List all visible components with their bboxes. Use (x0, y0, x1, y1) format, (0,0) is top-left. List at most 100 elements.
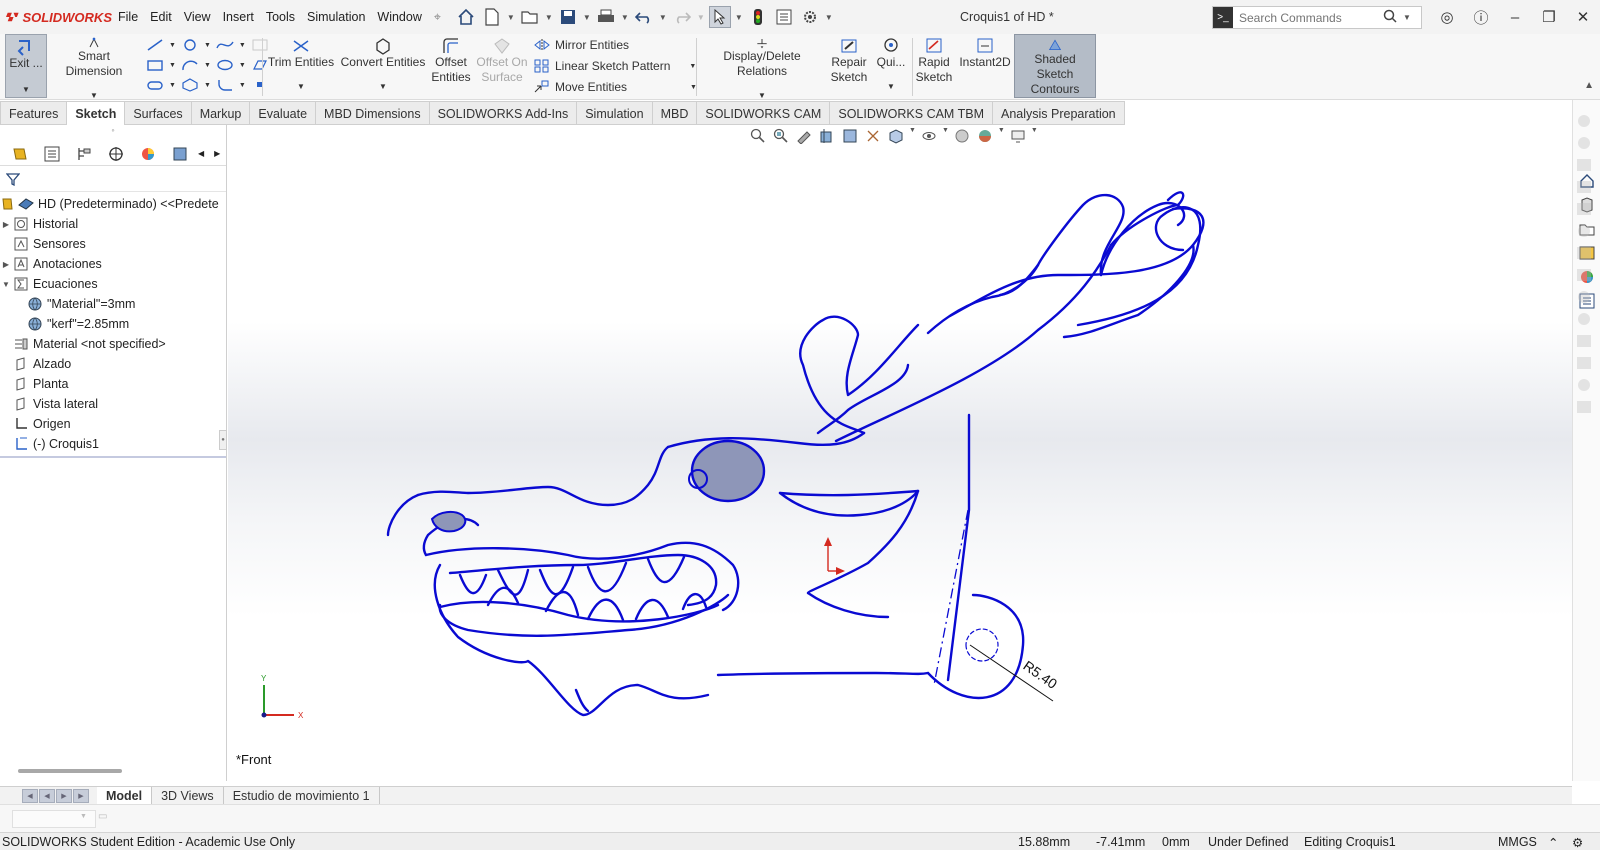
status-units[interactable]: MMGS (1498, 835, 1537, 849)
home-icon[interactable] (455, 6, 477, 28)
arc-icon[interactable] (181, 58, 199, 72)
tree-item-sensores[interactable]: Sensores (0, 234, 226, 254)
display-delete-relations-button[interactable]: Display/Delete Relations ▼ (700, 34, 824, 100)
smart-dimension-button[interactable]: Smart Dimension ▼ (50, 34, 138, 100)
select-cursor-icon[interactable] (708, 6, 731, 28)
filter-icon[interactable] (6, 172, 20, 186)
tab-evaluate[interactable]: Evaluate (250, 101, 317, 125)
prev-tab-icon[interactable]: ◀ (39, 788, 55, 803)
property-manager-tab-icon[interactable] (38, 143, 66, 165)
configuration-manager-tab-icon[interactable] (70, 143, 98, 165)
options-gear-icon[interactable] (799, 6, 821, 28)
tree-item-origen[interactable]: Origen (0, 414, 226, 434)
menu-simulation[interactable]: Simulation (301, 10, 371, 24)
chevron-down-icon[interactable]: ▼ (1403, 13, 1411, 22)
restore-icon[interactable]: ❐ (1532, 8, 1566, 26)
mirror-entities-button[interactable]: Mirror Entities (534, 38, 629, 52)
filter-bar[interactable] (0, 166, 226, 192)
next-tab-icon[interactable]: ▶ (56, 788, 72, 803)
menu-tools[interactable]: Tools (260, 10, 301, 24)
close-icon[interactable]: ✕ (1566, 8, 1600, 26)
chevron-down-icon[interactable]: ▼ (621, 13, 629, 22)
circle-icon[interactable] (181, 38, 199, 52)
tree-item-ecuaciones[interactable]: ▼ Ecuaciones (0, 274, 226, 294)
tree-item-planta[interactable]: Planta (0, 374, 226, 394)
tree-item-equation-kerf[interactable]: "kerf"=2.85mm (0, 314, 226, 334)
panel-grip[interactable]: ◦ (0, 125, 226, 142)
instant2d-button[interactable]: Instant2D (958, 34, 1012, 100)
help-icon[interactable]: ⓘ (1464, 7, 1498, 28)
tab-solidworks-cam[interactable]: SOLIDWORKS CAM (697, 101, 831, 125)
chevron-down-icon[interactable]: ▼ (22, 85, 30, 94)
tab-motion-study[interactable]: Estudio de movimiento 1 (224, 786, 380, 805)
dimxpert-tab-icon[interactable] (102, 143, 130, 165)
collapse-ribbon-icon[interactable]: ▲ (1584, 80, 1594, 91)
menu-insert[interactable]: Insert (217, 10, 260, 24)
rapid-sketch-button[interactable]: Rapid Sketch (914, 34, 954, 100)
fillet-icon[interactable] (216, 78, 234, 92)
polygon-icon[interactable] (181, 78, 199, 92)
status-options-icon[interactable]: ⚙ (1572, 835, 1583, 850)
chevron-down-icon[interactable]: ▼ (204, 82, 211, 89)
first-tab-icon[interactable]: ◀ (22, 788, 38, 803)
tree-item-root[interactable]: HD (Predeterminado) <<Predete (0, 194, 226, 214)
shaded-sketch-contours-button[interactable]: Shaded Sketch Contours (1014, 34, 1096, 98)
move-entities-button[interactable]: Move Entities ▼ (534, 80, 697, 94)
convert-entities-button[interactable]: Convert Entities ▼ (340, 34, 426, 100)
tab-model[interactable]: Model (97, 786, 153, 805)
display-manager-tab-icon[interactable] (134, 143, 162, 165)
chevron-down-icon[interactable]: ▼ (90, 91, 98, 100)
chevron-down-icon[interactable]: ▼ (507, 13, 515, 22)
exit-sketch-button[interactable]: Exit ... ▼ (5, 34, 47, 98)
tree-item-alzado[interactable]: Alzado (0, 354, 226, 374)
tab-3d-views[interactable]: 3D Views (152, 786, 224, 805)
chevron-down-icon[interactable]: ▼ (659, 13, 667, 22)
tab-mbd-dimensions[interactable]: MBD Dimensions (316, 101, 430, 125)
tab-sketch[interactable]: Sketch (67, 101, 126, 125)
expand-arrow-icon[interactable]: ▶ (0, 260, 12, 269)
trim-entities-button[interactable]: Trim Entities ▼ (266, 34, 336, 100)
pin-icon[interactable]: ⌖ (428, 10, 447, 25)
tab-simulation[interactable]: Simulation (577, 101, 653, 125)
chevron-down-icon[interactable]: ▼ (379, 82, 387, 91)
chevron-down-icon[interactable]: ▼ (583, 13, 591, 22)
open-folder-icon[interactable] (519, 6, 541, 28)
tab-mbd[interactable]: MBD (652, 101, 698, 125)
tab-scroll-right-icon[interactable]: ▶ (214, 149, 220, 158)
tab-analysis-preparation[interactable]: Analysis Preparation (992, 101, 1125, 125)
tab-scroll-left-icon[interactable]: ◀ (198, 149, 204, 158)
expand-arrow-icon[interactable]: ▶ (0, 220, 12, 229)
print-icon[interactable] (595, 6, 617, 28)
rollback-bar[interactable] (0, 456, 226, 458)
tab-surfaces[interactable]: Surfaces (125, 101, 192, 125)
last-tab-icon[interactable]: ▶ (73, 788, 89, 803)
linear-pattern-button[interactable]: Linear Sketch Pattern ▼ (534, 59, 696, 73)
collapse-arrow-icon[interactable]: ▼ (0, 280, 12, 289)
chevron-down-icon[interactable]: ▼ (239, 62, 246, 69)
repair-sketch-button[interactable]: Repair Sketch (828, 34, 870, 100)
chevron-down-icon[interactable]: ▼ (80, 813, 87, 820)
chevron-down-icon[interactable]: ▼ (169, 62, 176, 69)
tree-item-historial[interactable]: ▶ Historial (0, 214, 226, 234)
file-properties-icon[interactable] (773, 6, 795, 28)
chevron-down-icon[interactable]: ▼ (239, 42, 246, 49)
search-box[interactable]: >_ ▼ (1212, 6, 1422, 29)
tree-item-croquis1[interactable]: (-) Croquis1 (0, 434, 226, 454)
units-chevron-up-icon[interactable]: ⌃ (1548, 835, 1558, 850)
chevron-down-icon[interactable]: ▼ (887, 82, 895, 91)
rectangle-icon[interactable] (146, 58, 164, 72)
graphics-area[interactable]: ▼ ▼ ▼ ▼ R5.40 Y X *Front (228, 125, 1572, 781)
chevron-down-icon[interactable]: ▼ (758, 91, 766, 100)
traffic-light-icon[interactable] (747, 6, 769, 28)
chevron-down-icon[interactable]: ▼ (825, 13, 833, 22)
slot-icon[interactable] (146, 78, 164, 92)
menu-view[interactable]: View (178, 10, 217, 24)
chevron-down-icon[interactable]: ▼ (297, 82, 305, 91)
menu-file[interactable]: File (112, 10, 144, 24)
tab-features[interactable]: Features (0, 101, 68, 125)
tree-item-material[interactable]: Material <not specified> (0, 334, 226, 354)
solidworks-logo[interactable]: SOLIDWORKS (0, 0, 112, 34)
chevron-down-icon[interactable]: ▼ (169, 42, 176, 49)
horizontal-scrollbar[interactable] (18, 769, 122, 773)
tab-solidworks-add-ins[interactable]: SOLIDWORKS Add-Ins (429, 101, 578, 125)
